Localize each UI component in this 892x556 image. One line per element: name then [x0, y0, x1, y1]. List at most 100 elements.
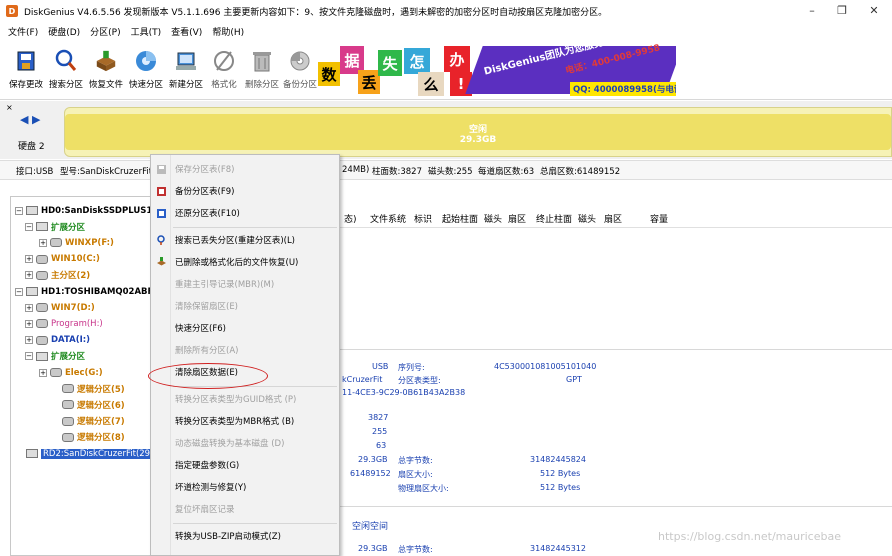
partition-icon [50, 368, 62, 377]
search-partition-button[interactable]: 搜索分区 [48, 48, 84, 90]
total-bytes-label: 总字节数: [398, 456, 433, 465]
disk-info-line: 接口:USB 型号:SanDiskCruzerFit 24MB) 柱面数:382… [0, 160, 892, 180]
menu-disk[interactable]: 硬盘(D) [48, 25, 80, 38]
tree-item[interactable]: − 扩展分区 [25, 349, 85, 364]
context-menu-item[interactable]: 还原分区表(F10) [151, 203, 339, 223]
divider [318, 349, 892, 350]
context-menu-item-label: 转换为USB-ZIP启动模式(Z) [175, 532, 281, 542]
tree-expander[interactable]: + [25, 336, 33, 345]
quick-partition-button[interactable]: 快速分区 [128, 48, 164, 90]
context-menu-item[interactable]: 复位坏扇区记录 [151, 499, 339, 519]
partition-bar-free[interactable]: 空闲 29.3GB [64, 107, 892, 157]
tree-item-label: 逻辑分区(5) [77, 384, 125, 395]
context-menu-item[interactable]: 指定硬盘参数(G) [151, 455, 339, 475]
tree-item[interactable]: RD2:SanDiskCruzerFit(29 [15, 446, 153, 461]
context-menu-item[interactable]: 动态磁盘转换为基本磁盘 (D) [151, 433, 339, 453]
context-menu-item[interactable]: 坏道检测与修复(Y) [151, 477, 339, 497]
menu-partition[interactable]: 分区(P) [90, 25, 120, 38]
minimize-button[interactable]: – [798, 2, 826, 20]
tree-expander[interactable]: + [39, 368, 47, 377]
partition-icon [62, 432, 74, 442]
col-end-head: 磁头 [578, 215, 597, 225]
app-icon: D [6, 5, 18, 17]
tree-item[interactable]: 逻辑分区(6) [51, 397, 125, 412]
tree-expander[interactable]: − [15, 287, 23, 296]
tree-item[interactable]: + WINXP(F:) [39, 235, 114, 250]
detail-usb: USB [372, 362, 389, 371]
disk-nav-arrows-icon[interactable]: ◀ ▶ [20, 113, 40, 126]
tree-expander[interactable] [51, 385, 59, 393]
menu-file[interactable]: 文件(F) [8, 25, 38, 38]
tree-expander[interactable]: − [25, 222, 33, 231]
tree-expander[interactable]: − [25, 352, 33, 361]
tree-expander[interactable] [15, 450, 23, 458]
menu-tools[interactable]: 工具(T) [131, 25, 162, 38]
tree-item[interactable]: − HD0:SanDiskSSDPLUS120GB [15, 203, 157, 218]
context-menu-item[interactable]: 备份分区表(F9) [151, 181, 339, 201]
save-changes-button[interactable]: 保存更改 [8, 48, 44, 90]
tree-item[interactable]: 逻辑分区(5) [51, 381, 125, 396]
tree-item-label: HD0:SanDiskSSDPLUS120GB [41, 205, 157, 216]
detail-spt: 63 [376, 441, 387, 450]
tree-item[interactable]: + 主分区(2) [25, 268, 90, 283]
free-bytes-label: 总字节数: [398, 545, 433, 554]
info-interface: 接口:USB [16, 167, 54, 177]
context-menu-item-label: 快速分区(F6) [175, 324, 226, 334]
tree-item[interactable]: 逻辑分区(7) [51, 414, 125, 429]
info-heads: 磁头数:255 [428, 167, 473, 177]
new-partition-button[interactable]: 新建分区 [168, 48, 204, 90]
tree-item[interactable]: − 扩展分区 [25, 219, 85, 234]
tree-item[interactable]: + Elec(G:) [39, 365, 103, 380]
tree-item[interactable]: + DATA(I:) [25, 333, 90, 348]
context-menu-item[interactable]: 转换分区表类型为GUID格式 (P) [151, 389, 339, 409]
backup-table-icon [155, 185, 167, 197]
context-menu-item[interactable]: 保存分区表(F8) [151, 159, 339, 179]
tree-item[interactable]: + WIN10(C:) [25, 252, 100, 267]
context-menu-item[interactable]: 已删除或格式化后的文件恢复(U) [151, 252, 339, 272]
detail-guid: 11-4CE3-9C29-0B61B43A2B38 [342, 388, 466, 397]
menu-view[interactable]: 查看(V) [171, 25, 202, 38]
menu-help[interactable]: 帮助(H) [212, 25, 244, 38]
context-menu-item[interactable]: 转换为USB-ZIP启动模式(Z) [151, 526, 339, 546]
context-menu-item[interactable]: 快速分区(F6) [151, 318, 339, 338]
tree-item[interactable]: 逻辑分区(8) [51, 430, 125, 445]
tree-item[interactable]: − HD1:TOSHIBAMQ02ABF100(9 [15, 284, 157, 299]
format-button[interactable]: 格式化 [206, 48, 242, 90]
banner-tile: 失 [378, 50, 402, 76]
context-menu-item[interactable]: 清除保留扇区(E) [151, 296, 339, 316]
banner-ad[interactable]: 数 据 丢 失 怎 么 办 ! DiskGenius团队为您服务 电话：400-… [318, 42, 676, 98]
search-icon [54, 48, 78, 74]
tree-expander[interactable]: + [25, 319, 33, 328]
context-menu-item[interactable]: 转换分区表类型为MBR格式 (B) [151, 411, 339, 431]
tree-expander[interactable] [51, 417, 59, 425]
context-menu-item-label: 指定硬盘参数(G) [175, 461, 240, 471]
tree-expander[interactable]: − [15, 206, 23, 215]
banner-qq: QQ: 4000089958(与电话同号) [570, 82, 676, 96]
context-menu-item-label: 转换分区表类型为GUID格式 (P) [175, 395, 297, 405]
tree-expander[interactable]: + [25, 271, 33, 280]
file-recover-icon [155, 256, 167, 268]
recover-icon [94, 48, 118, 74]
context-menu-item-label: 复位坏扇区记录 [175, 505, 235, 515]
context-menu-item[interactable]: 删除所有分区(A) [151, 340, 339, 360]
context-menu-item[interactable]: 重建主引导记录(MBR)(M) [151, 274, 339, 294]
disk-icon [36, 351, 48, 361]
close-icon[interactable]: × [6, 103, 13, 112]
delete-partition-button[interactable]: 删除分区 [244, 48, 280, 90]
recover-files-button[interactable]: 恢复文件 [88, 48, 124, 90]
tree-expander[interactable] [51, 401, 59, 409]
tree-expander[interactable] [51, 433, 59, 441]
tree-item[interactable]: + Program(H:) [25, 316, 103, 331]
close-button[interactable]: ✕ [860, 2, 888, 20]
info-cylinders: 柱面数:3827 [372, 167, 422, 177]
restore-button[interactable]: ❐ [828, 2, 856, 20]
tree-item[interactable]: + WIN7(D:) [25, 300, 95, 315]
tree-item-label: 扩展分区 [51, 352, 86, 363]
tree-expander[interactable]: + [25, 255, 33, 264]
restore-table-icon [155, 207, 167, 219]
backup-partition-button[interactable]: 备份分区 [282, 48, 318, 90]
context-menu-item[interactable]: 搜索已丢失分区(重建分区表)(L) [151, 230, 339, 250]
tree-expander[interactable]: + [39, 238, 47, 247]
tree-expander[interactable]: + [25, 303, 33, 312]
partition-icon [50, 238, 62, 248]
